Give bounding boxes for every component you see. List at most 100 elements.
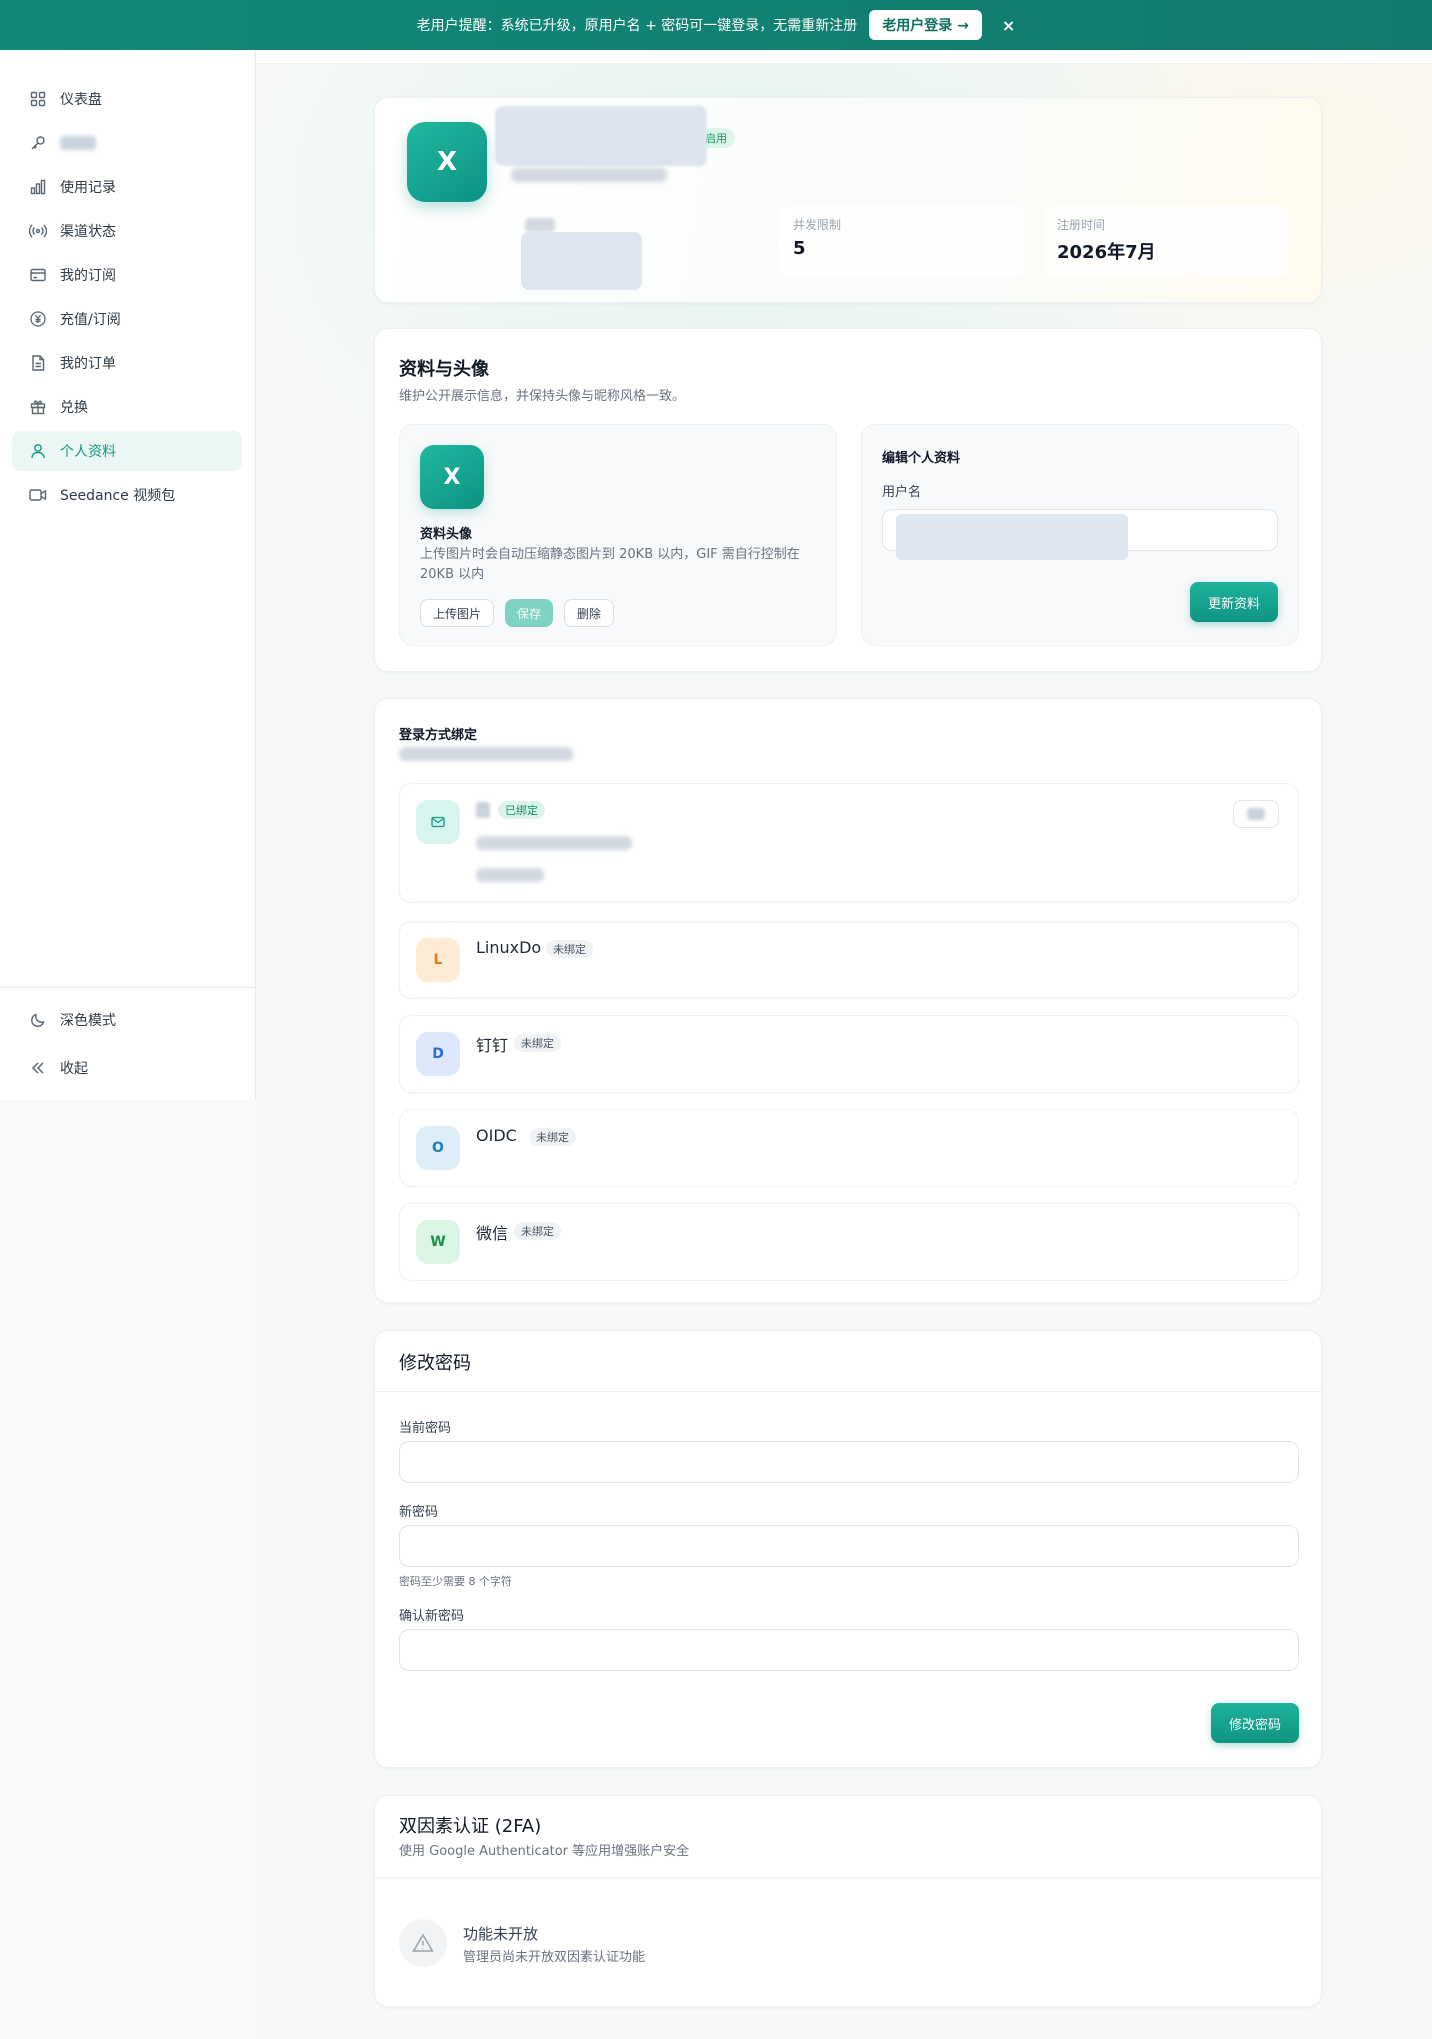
sidebar-item-keys[interactable] — [12, 123, 242, 163]
file-icon — [29, 354, 47, 372]
redacted-stat-label — [525, 218, 555, 232]
section-title: 资料与头像 — [399, 359, 489, 380]
key-icon — [29, 134, 47, 152]
sidebar-item-channel-status[interactable]: 渠道状态 — [12, 211, 242, 251]
stat-label: 并发限制 — [793, 218, 842, 232]
legacy-login-button[interactable]: 老用户登录 → — [869, 10, 982, 40]
redacted-email — [511, 168, 667, 182]
unbound-status-badge: 未绑定 — [529, 1128, 576, 1146]
provider-name: 微信 — [476, 1224, 509, 1243]
tfa-status-description: 管理员尚未开放双因素认证功能 — [463, 1950, 646, 1965]
section-subtitle: 使用 Google Authenticator 等应用增强账户安全 — [399, 1844, 690, 1859]
wechat-icon: W — [416, 1220, 460, 1264]
sidebar-item-label: 兑换 — [60, 400, 88, 416]
confirm-password-input[interactable] — [399, 1629, 1299, 1671]
sidebar-divider — [0, 987, 256, 988]
edit-profile-panel: 编辑个人资料 用户名 更新资料 — [861, 424, 1299, 646]
upload-image-button[interactable]: 上传图片 — [420, 599, 494, 627]
current-password-input[interactable] — [399, 1441, 1299, 1483]
dashboard-icon — [29, 90, 47, 108]
stat-label: 注册时间 — [1057, 218, 1106, 232]
sidebar-item-redeem[interactable]: 兑换 — [12, 387, 242, 427]
dark-mode-toggle[interactable]: 深色模式 — [12, 1000, 242, 1040]
redacted-stat-value — [521, 232, 642, 290]
delete-avatar-button[interactable]: 删除 — [564, 599, 614, 627]
email-action-button[interactable] — [1233, 800, 1279, 828]
password-hint: 密码至少需要 8 个字符 — [399, 1575, 512, 1588]
change-password-card: 修改密码 当前密码 新密码 密码至少需要 8 个字符 确认新密码 修改密码 — [374, 1330, 1323, 1768]
card-icon — [29, 266, 47, 284]
new-password-label: 新密码 — [399, 1505, 439, 1520]
sidebar-item-seedance[interactable]: Seedance 视频包 — [12, 475, 242, 515]
tfa-status-title: 功能未开放 — [463, 1925, 539, 1943]
avatar-description: 上传图片时会自动压缩静态图片到 20KB 以内，GIF 需自行控制在 20KB … — [420, 547, 800, 582]
redacted-username-value — [896, 514, 1128, 560]
sidebar-item-label: Seedance 视频包 — [60, 488, 176, 504]
banner-text: 老用户提醒：系统已升级，原用户名 + 密码可一键登录，无需重新注册 — [416, 18, 858, 34]
binding-row-oidc[interactable]: O OIDC 未绑定 — [399, 1109, 1299, 1187]
avatar-panel: X 资料头像 上传图片时会自动压缩静态图片到 20KB 以内，GIF 需自行控制… — [399, 424, 837, 646]
redacted-email-name — [476, 802, 490, 818]
username-label: 用户名 — [882, 485, 922, 500]
sidebar-item-profile[interactable]: 个人资料 — [12, 431, 242, 471]
sidebar-item-label: 充值/订阅 — [60, 312, 121, 328]
sidebar-item-label: 仪表盘 — [60, 92, 102, 108]
unbound-status-badge: 未绑定 — [514, 1222, 561, 1240]
dingtalk-icon: D — [416, 1032, 460, 1076]
sidebar-item-recharge[interactable]: 充值/订阅 — [12, 299, 242, 339]
video-icon — [29, 486, 47, 504]
binding-row-email: 已绑定 — [399, 783, 1299, 903]
sidebar-item-dashboard[interactable]: 仪表盘 — [12, 79, 242, 119]
new-password-input[interactable] — [399, 1525, 1299, 1567]
unbound-status-badge: 未绑定 — [514, 1034, 561, 1052]
yen-icon — [29, 310, 47, 328]
linuxdo-icon: L — [416, 938, 460, 982]
bound-status-badge: 已绑定 — [498, 801, 545, 819]
username-input[interactable] — [882, 509, 1278, 560]
redacted-email-address — [476, 836, 632, 850]
mail-icon — [416, 800, 460, 844]
stat-value: 5 — [793, 238, 806, 259]
binding-row-wechat[interactable]: W 微信 未绑定 — [399, 1203, 1299, 1281]
sidebar-item-usage[interactable]: 使用记录 — [12, 167, 242, 207]
user-icon — [29, 442, 47, 460]
binding-row-linuxdo[interactable]: L LinuxDo 未绑定 — [399, 921, 1299, 999]
moon-icon — [29, 1011, 47, 1029]
dark-mode-label: 深色模式 — [60, 1013, 116, 1029]
upgrade-banner: 老用户提醒：系统已升级，原用户名 + 密码可一键登录，无需重新注册 老用户登录 … — [0, 0, 1432, 50]
sidebar-item-label: 渠道状态 — [60, 224, 116, 240]
stat-register-date: 注册时间 2026年7月 — [1043, 206, 1289, 278]
collapse-sidebar-button[interactable]: 收起 — [12, 1048, 242, 1088]
confirm-password-label: 确认新密码 — [399, 1609, 465, 1624]
double-chevron-left-icon — [29, 1059, 47, 1077]
two-factor-card: 双因素认证 (2FA) 使用 Google Authenticator 等应用增… — [374, 1795, 1323, 2007]
redacted-subtitle — [399, 747, 573, 761]
save-avatar-button[interactable]: 保存 — [505, 599, 553, 627]
provider-name: OIDC — [476, 1126, 517, 1145]
section-title: 双因素认证 (2FA) — [399, 1816, 542, 1837]
redacted-username — [495, 106, 707, 166]
unbound-status-badge: 未绑定 — [546, 940, 593, 958]
stat-concurrency: 并发限制 5 — [779, 206, 1025, 278]
close-icon[interactable]: × — [1002, 16, 1015, 35]
section-title: 修改密码 — [399, 1353, 471, 1374]
edit-profile-title: 编辑个人资料 — [882, 451, 961, 466]
avatar: X — [420, 445, 484, 509]
provider-name: 钉钉 — [476, 1036, 509, 1055]
oidc-icon: O — [416, 1126, 460, 1170]
sidebar-item-subscriptions[interactable]: 我的订阅 — [12, 255, 242, 295]
binding-row-dingtalk[interactable]: D 钉钉 未绑定 — [399, 1015, 1299, 1093]
sidebar-item-label: 个人资料 — [60, 444, 116, 460]
avatar: X — [407, 122, 487, 202]
section-title: 登录方式绑定 — [399, 728, 478, 743]
profile-avatar-card: 资料与头像 维护公开展示信息，并保持头像与昵称风格一致。 X 资料头像 上传图片… — [374, 328, 1322, 672]
sidebar-item-orders[interactable]: 我的订单 — [12, 343, 242, 383]
warning-icon — [399, 1919, 447, 1967]
update-profile-button[interactable]: 更新资料 — [1190, 582, 1278, 622]
collapse-label: 收起 — [60, 1061, 88, 1077]
profile-header-card: X 启用 并发限制 5 注册时间 2026年7月 — [374, 97, 1322, 303]
change-password-button[interactable]: 修改密码 — [1211, 1703, 1299, 1743]
stat-value: 2026年7月 — [1057, 242, 1156, 263]
top-header-strip — [256, 50, 1432, 64]
current-password-label: 当前密码 — [399, 1421, 452, 1436]
